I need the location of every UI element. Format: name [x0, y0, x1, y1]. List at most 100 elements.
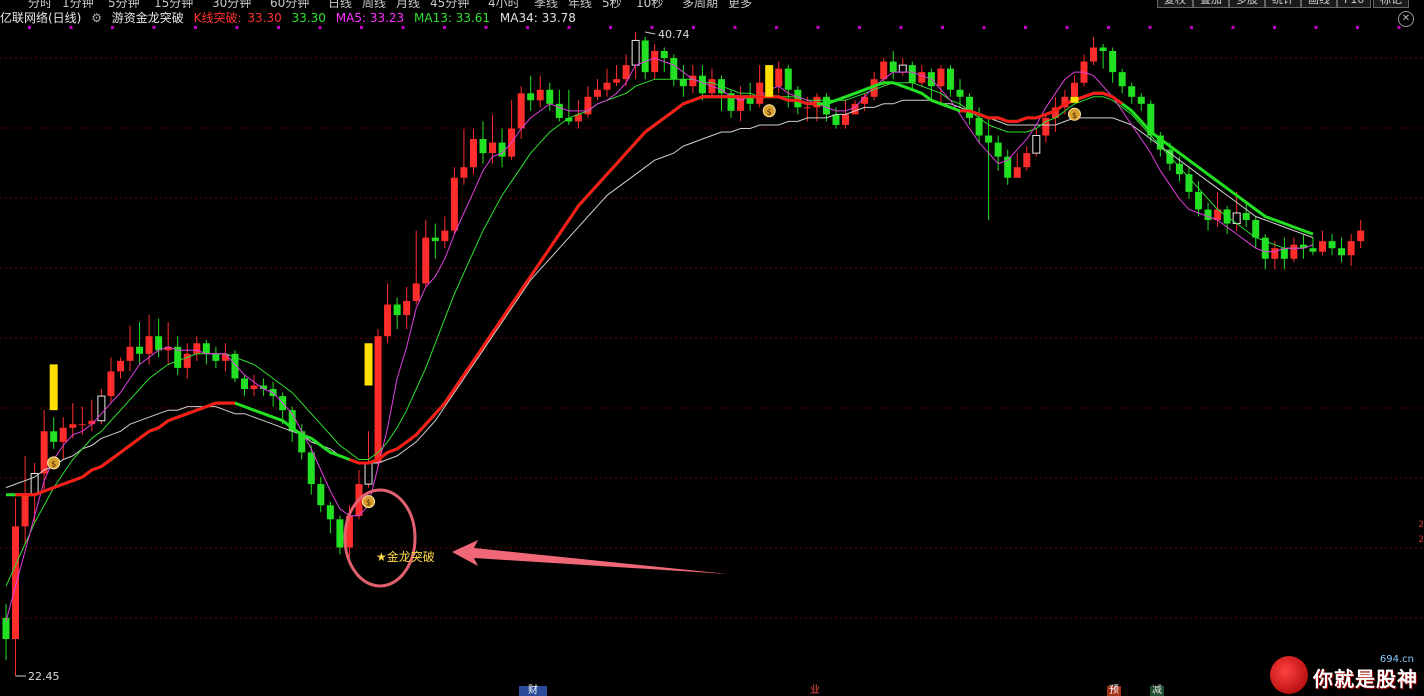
watermark-emblem	[1270, 656, 1308, 694]
candle-body-139	[1328, 241, 1336, 249]
candle-body-131	[1252, 220, 1260, 238]
candle-body-106	[1013, 167, 1021, 178]
ma5-line	[5, 57, 1314, 622]
candle-body-73	[698, 75, 706, 94]
candle-body-56	[536, 89, 544, 101]
candle-body-55	[527, 93, 535, 101]
signal-bar-3	[1070, 96, 1079, 103]
top-marker-6	[277, 26, 280, 29]
candle-body-2	[21, 494, 29, 527]
candle-body-5	[50, 431, 58, 442]
candle-body-103	[985, 135, 993, 143]
candle-body-20	[193, 343, 201, 354]
candle-body-40	[384, 304, 392, 337]
candle-body-137	[1309, 248, 1317, 252]
right-axis-tick: 2	[1418, 535, 1424, 545]
top-marker-16	[692, 26, 695, 29]
candle-body-108	[1032, 135, 1041, 154]
candle-body-102	[975, 117, 983, 136]
top-marker-28	[1190, 26, 1193, 29]
candle-body-68	[651, 51, 659, 73]
candle-body-1	[12, 526, 20, 640]
top-marker-20	[858, 26, 861, 29]
top-marker-19	[816, 26, 820, 29]
top-marker-18	[775, 26, 778, 29]
candle-body-62	[593, 89, 601, 97]
candle-body-99	[946, 68, 954, 90]
top-marker-29	[1231, 26, 1235, 29]
candle-body-54	[517, 93, 525, 129]
top-marker-2	[111, 26, 114, 29]
watermark-text: 你就是股神	[1313, 667, 1418, 691]
star-icon: ★	[376, 550, 387, 564]
candle-body-82	[784, 68, 792, 90]
candle-body-39	[374, 336, 382, 463]
candle-body-7	[69, 424, 77, 428]
candle-body-130	[1242, 212, 1250, 221]
candle-body-114	[1090, 47, 1098, 62]
candle-body-14	[136, 346, 144, 354]
candlestick-chart: $ $ $ $	[0, 26, 1424, 677]
candle-body-64	[613, 79, 621, 83]
candle-body-142	[1357, 230, 1365, 242]
signal-bar-2	[765, 65, 774, 97]
candle-body-93	[889, 61, 897, 73]
candle-body-123	[1175, 163, 1183, 175]
candle-body-25	[241, 378, 248, 390]
top-marker-21	[899, 26, 903, 29]
candle-body-94	[898, 64, 907, 73]
top-marker-30	[1273, 26, 1276, 29]
candle-body-16	[155, 336, 163, 351]
money-bag-glyph-0: $	[51, 459, 56, 468]
top-marker-8	[360, 26, 363, 29]
candle-body-119	[1137, 96, 1145, 104]
top-marker-17	[733, 26, 737, 29]
candle-body-38	[364, 462, 373, 485]
candle-body-58	[555, 103, 563, 118]
low-price-label: 22.45	[28, 670, 60, 683]
candle-body-87	[832, 114, 840, 125]
candle-body-117	[1118, 72, 1126, 87]
candle-body-116	[1109, 51, 1117, 73]
trend-line-down	[6, 81, 1314, 497]
candle-body-140	[1338, 248, 1346, 256]
pointer-arrow	[452, 540, 728, 574]
candle-body-79	[756, 82, 764, 104]
candle-body-15	[145, 336, 153, 354]
candle-body-48	[460, 167, 468, 178]
candle-body-81	[775, 68, 783, 87]
candle-body-57	[546, 89, 554, 104]
candle-body-126	[1204, 209, 1212, 221]
candle-body-6	[59, 427, 67, 442]
candle-body-8	[78, 424, 86, 426]
event-badge-fin[interactable]: 财	[519, 686, 547, 696]
candle-body-96	[918, 72, 926, 83]
trend-line-up-0	[15, 401, 235, 497]
high-pointer	[645, 31, 656, 35]
candle-body-134	[1280, 248, 1288, 259]
candle-body-11	[107, 371, 115, 397]
candle-body-63	[603, 82, 611, 90]
top-marker-4	[194, 26, 197, 29]
candle-body-92	[880, 61, 888, 80]
top-marker-9	[401, 26, 405, 29]
candle-body-67	[641, 40, 649, 73]
top-marker-0	[28, 26, 31, 29]
candle-body-118	[1128, 86, 1136, 97]
event-badge-biz[interactable]: 业	[808, 686, 822, 696]
candle-body-35	[336, 519, 344, 548]
watermark-logo: 694.cn 你就是股神	[1270, 654, 1418, 694]
candle-body-34	[326, 505, 334, 520]
event-badge-reduce[interactable]: 减	[1150, 686, 1164, 696]
top-marker-10	[443, 26, 446, 29]
high-price-label: 40.74	[658, 28, 690, 41]
candle-body-43	[412, 283, 420, 302]
candle-body-50	[479, 139, 487, 154]
candle-body-65	[622, 65, 630, 80]
candle-body-45	[431, 237, 439, 242]
candle-body-47	[450, 177, 458, 231]
top-marker-26	[1107, 26, 1110, 29]
golden-dragon-signal-label: ★金龙突破	[376, 548, 435, 565]
candle-body-21	[202, 343, 210, 354]
event-badge-forecast[interactable]: 预	[1107, 686, 1121, 696]
